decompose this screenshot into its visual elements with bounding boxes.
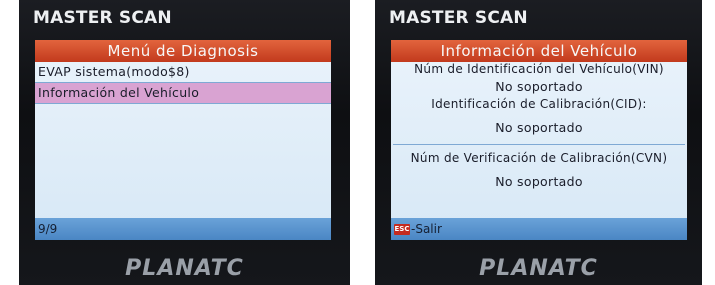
- diagnosis-menu-screen: Menú de Diagnosis EVAP sistema(modo$8) I…: [35, 40, 331, 240]
- brand-label: MASTER SCAN: [33, 8, 172, 28]
- cvn-value: No soportado: [495, 174, 583, 189]
- right-scanner-device: MASTER SCAN Información del Vehículo Núm…: [375, 0, 702, 285]
- vin-value: No soportado: [495, 79, 583, 94]
- cid-label: Identificación de Calibración(CID):: [431, 97, 647, 111]
- screen-title: Menú de Diagnosis: [35, 40, 331, 62]
- exit-label: -Salir: [411, 222, 442, 236]
- planatc-logo: PLANATC: [479, 256, 598, 281]
- brand-label: MASTER SCAN: [389, 8, 528, 28]
- page-indicator: 9/9: [35, 218, 331, 240]
- vin-label: Núm de Identificación del Vehículo(VIN): [414, 62, 664, 76]
- exit-button[interactable]: ESC -Salir: [391, 218, 687, 240]
- left-scanner-device: MASTER SCAN Menú de Diagnosis EVAP siste…: [19, 0, 350, 285]
- vehicle-info-screen: Información del Vehículo Núm de Identifi…: [391, 40, 687, 240]
- menu-item-vehicle-info[interactable]: Información del Vehículo: [35, 83, 331, 104]
- cvn-label: Núm de Verificación de Calibración(CVN): [410, 151, 668, 165]
- planatc-logo: PLANATC: [125, 256, 244, 281]
- cid-value: No soportado: [495, 120, 583, 135]
- esc-icon: ESC: [394, 224, 410, 235]
- screen-title: Información del Vehículo: [391, 40, 687, 62]
- menu-item-evap[interactable]: EVAP sistema(modo$8): [35, 62, 331, 83]
